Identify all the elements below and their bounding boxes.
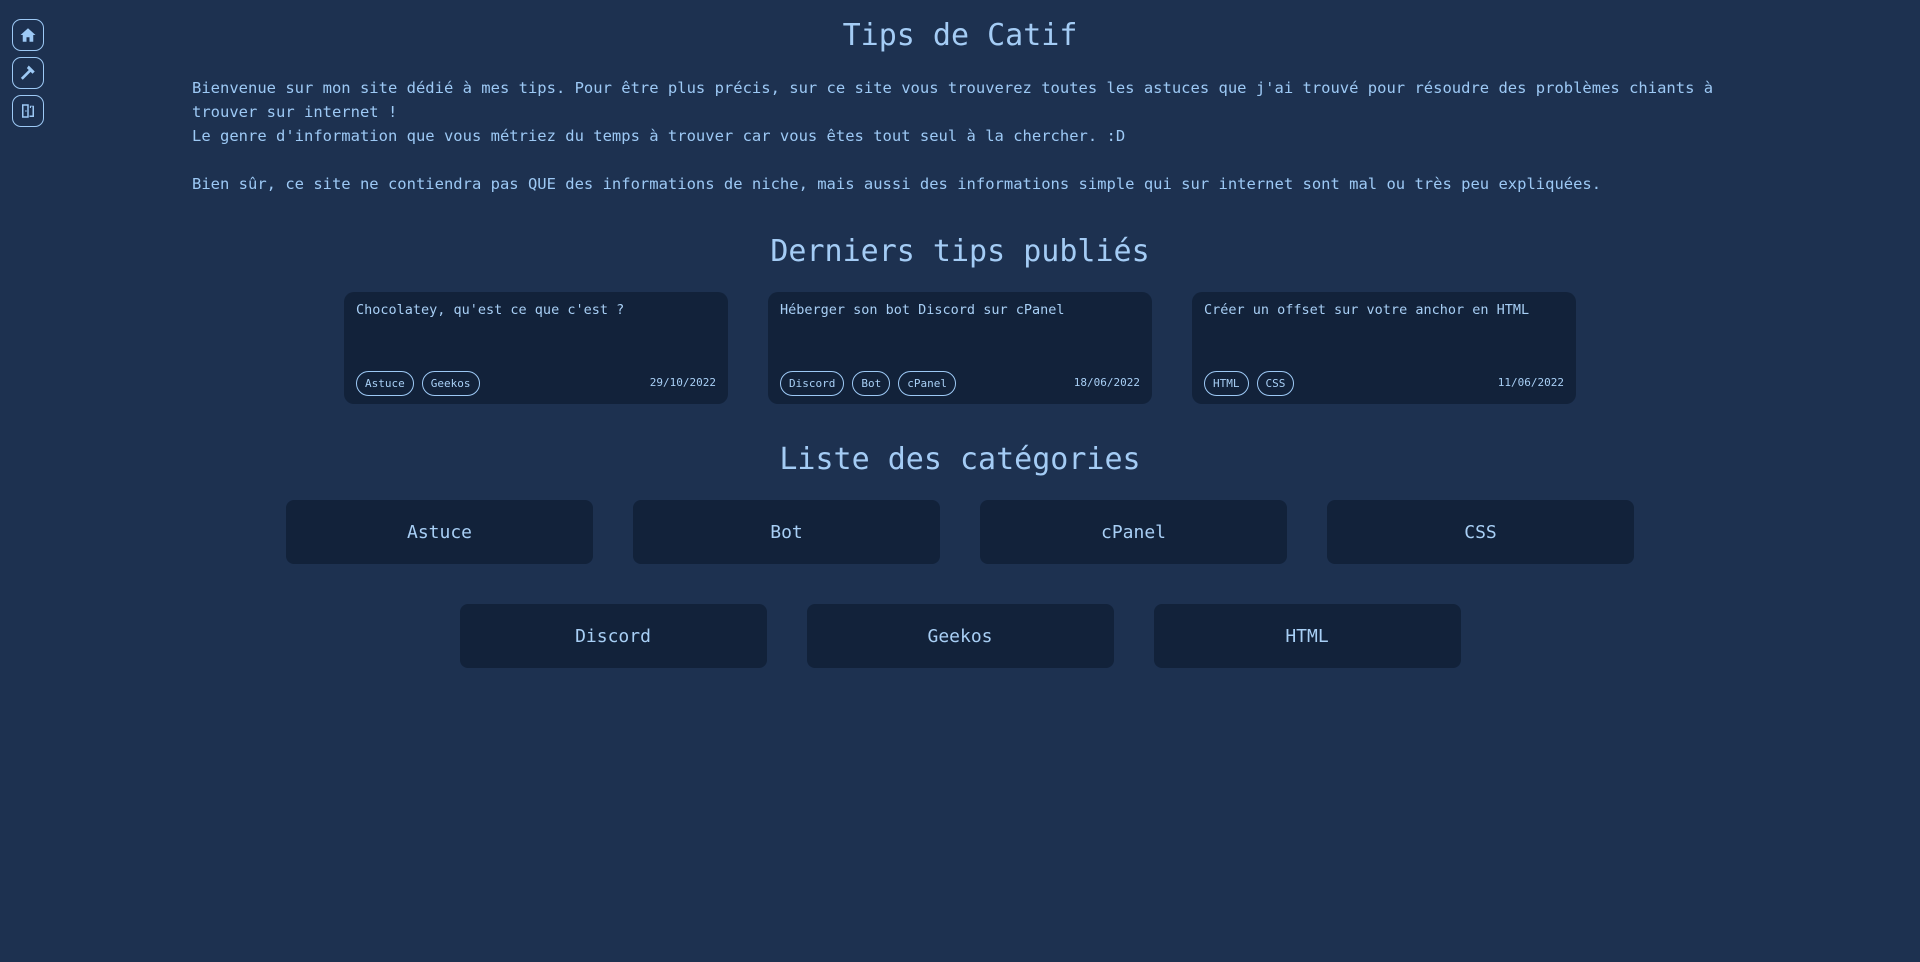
tip-card[interactable]: Chocolatey, qu'est ce que c'est ? Astuce…: [344, 292, 728, 404]
tag-geekos[interactable]: Geekos: [421, 371, 480, 396]
intro-text: Bienvenue sur mon site dédié à mes tips.…: [192, 76, 1752, 196]
intro-line-3: Bien sûr, ce site ne contiendra pas QUE …: [192, 175, 1602, 193]
categories-row: Discord Geekos HTML: [0, 604, 1920, 668]
recent-tips-list: Chocolatey, qu'est ce que c'est ? Astuce…: [344, 292, 1576, 404]
category-geekos-button[interactable]: Geekos: [806, 604, 1114, 668]
logout-button[interactable]: [12, 95, 44, 127]
category-cpanel-button[interactable]: cPanel: [980, 500, 1287, 564]
category-bot-button[interactable]: Bot: [633, 500, 940, 564]
tag-cpanel[interactable]: cPanel: [898, 371, 956, 396]
tip-date: 18/06/2022: [1073, 376, 1140, 389]
category-astuce-button[interactable]: Astuce: [286, 500, 593, 564]
categories-title: Liste des catégories: [779, 442, 1141, 477]
category-discord-button[interactable]: Discord: [459, 604, 767, 668]
categories-row: Astuce Bot cPanel CSS: [0, 500, 1920, 564]
tip-card[interactable]: Créer un offset sur votre anchor en HTML…: [1192, 292, 1576, 404]
tools-button[interactable]: [12, 57, 44, 89]
tip-tags: Discord Bot cPanel: [780, 371, 956, 396]
tip-title: Chocolatey, qu'est ce que c'est ?: [356, 302, 625, 318]
recent-tips-title: Derniers tips publiés: [770, 234, 1150, 269]
tag-astuce[interactable]: Astuce: [356, 371, 414, 396]
intro-line-2: Le genre d'information que vous métriez …: [192, 127, 1126, 145]
tip-title: Créer un offset sur votre anchor en HTML: [1204, 302, 1530, 318]
tip-title: Héberger son bot Discord sur cPanel: [780, 302, 1065, 318]
tag-bot[interactable]: Bot: [852, 371, 891, 396]
intro-line-1: Bienvenue sur mon site dédié à mes tips.…: [192, 79, 1714, 121]
tip-date: 11/06/2022: [1497, 376, 1564, 389]
tag-discord[interactable]: Discord: [780, 371, 845, 396]
hammer-icon: [20, 65, 35, 80]
tip-tags: HTML CSS: [1204, 371, 1295, 396]
tip-card[interactable]: Héberger son bot Discord sur cPanel Disc…: [768, 292, 1152, 404]
category-css-button[interactable]: CSS: [1327, 500, 1634, 564]
page-title: Tips de Catif: [842, 18, 1078, 53]
tag-css[interactable]: CSS: [1256, 371, 1295, 396]
tip-date: 29/10/2022: [649, 376, 716, 389]
tip-tags: Astuce Geekos: [356, 371, 480, 396]
exit-door-icon: [22, 104, 34, 118]
category-html-button[interactable]: HTML: [1153, 604, 1461, 668]
tag-html[interactable]: HTML: [1204, 371, 1249, 396]
